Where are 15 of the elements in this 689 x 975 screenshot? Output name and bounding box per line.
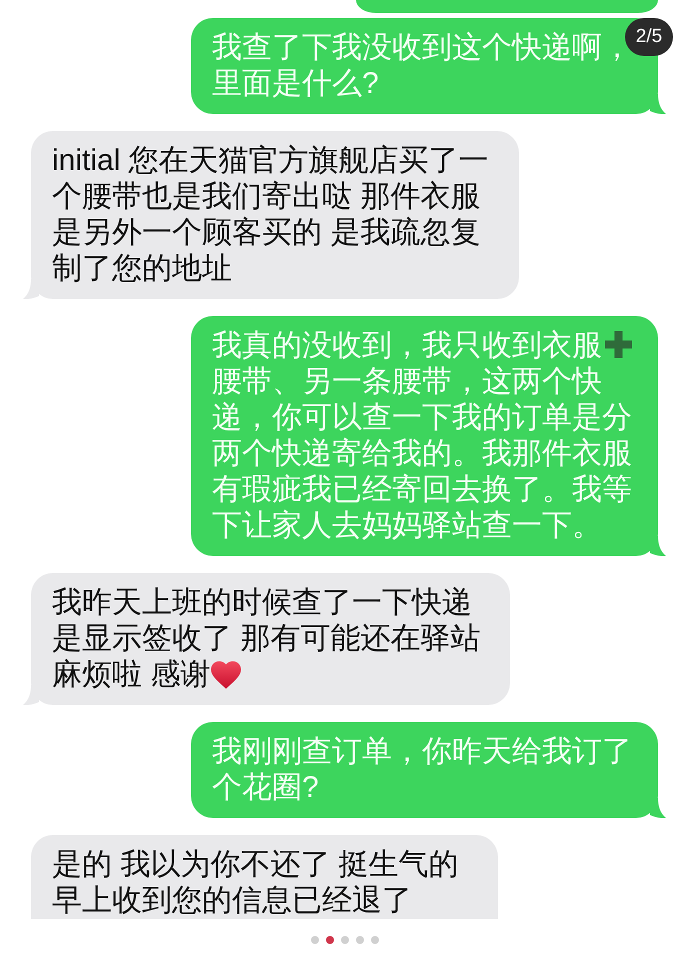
page-dot[interactable] xyxy=(370,936,378,944)
page-dot[interactable] xyxy=(326,936,334,944)
heart-icon xyxy=(211,661,242,689)
page-dot[interactable] xyxy=(356,936,364,944)
message-text: 麻烦啦 感谢 xyxy=(52,658,210,691)
page-dot[interactable] xyxy=(310,936,318,944)
message-text: initial 您在天猫官方旗舰店买了一个腰带也是我们寄出哒 那件衣服是另外一个顾客买的 是我疏忽复制了您的地址 xyxy=(52,144,489,285)
page-counter: 2/5 xyxy=(625,18,673,56)
message-text: 我昨天上班的时候查了一下快递是显示签收了 那有可能还在驿站 xyxy=(52,586,480,655)
plus-icon xyxy=(605,331,632,358)
message-text: 是的 我以为你不还了 挺生气的早上收到您的信息已经退了 xyxy=(52,848,459,917)
page-dot[interactable] xyxy=(340,936,348,944)
message-text: 我真的没收到，我只收到衣服 xyxy=(212,329,602,362)
message-text: 腰带、另一条腰带，这两个快递，你可以查一下我的订单是分两个快递寄给我的。我那件衣服有瑕疵我已经寄回去换了。我等下让家人去妈妈驿站查一下。 xyxy=(212,365,632,542)
message-text: 我刚刚查订单，你昨天给我订了个花圈? xyxy=(212,735,632,804)
